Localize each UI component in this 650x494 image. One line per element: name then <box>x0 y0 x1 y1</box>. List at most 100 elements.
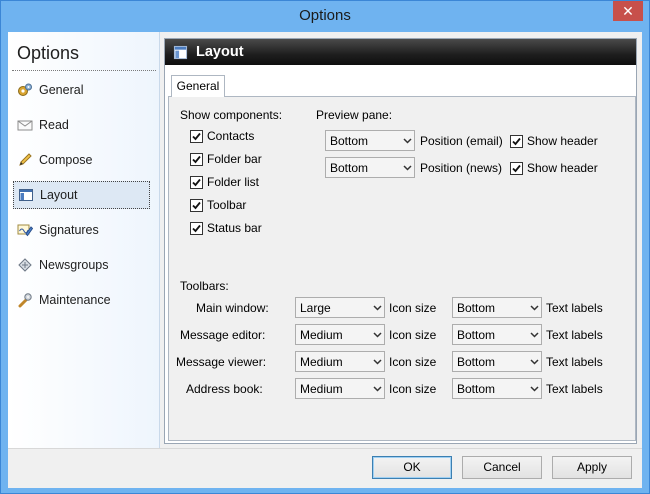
wrench-icon <box>17 292 33 308</box>
title-bar: Options ✕ <box>1 1 649 32</box>
message-editor-text-labels-select[interactable]: Bottom <box>452 324 542 345</box>
address-book-icon-size-select[interactable]: Medium <box>295 378 385 399</box>
gears-icon <box>17 82 33 98</box>
text-labels-label: Text labels <box>546 301 603 315</box>
preview-pane-label: Preview pane: <box>316 108 393 122</box>
chevron-down-icon <box>527 325 541 344</box>
panel-title: Layout <box>196 44 244 60</box>
icon-size-label: Icon size <box>389 382 437 396</box>
tab-general[interactable]: General <box>171 75 225 97</box>
layout-icon <box>18 187 34 203</box>
toolbar-row-name: Message editor: <box>180 328 266 342</box>
checkbox-label: Status bar <box>207 221 262 235</box>
select-value: Medium <box>300 354 343 369</box>
position-news-label: Position (news) <box>420 161 503 175</box>
status-bar-checkbox[interactable]: Status bar <box>190 221 262 235</box>
sidebar-divider <box>12 70 156 71</box>
message-viewer-text-labels-select[interactable]: Bottom <box>452 351 542 372</box>
select-value: Bottom <box>457 354 496 369</box>
checkbox-box[interactable] <box>190 198 203 212</box>
sidebar-item-signatures[interactable]: Signatures <box>13 216 150 244</box>
footer-divider <box>8 448 642 449</box>
select-value: Bottom <box>457 381 496 396</box>
chevron-down-icon <box>400 131 414 150</box>
sidebar-item-layout[interactable]: Layout <box>13 181 150 209</box>
toolbar-row-name: Address book: <box>186 382 263 396</box>
checkbox-label: Folder bar <box>207 152 262 166</box>
chevron-down-icon <box>370 298 384 317</box>
icon-size-label: Icon size <box>389 301 437 315</box>
icon-size-label: Icon size <box>389 328 437 342</box>
checkbox-box[interactable] <box>190 152 203 166</box>
select-value: Large <box>300 300 331 315</box>
toolbar-checkbox[interactable]: Toolbar <box>190 198 246 212</box>
show-header-email-checkbox[interactable]: Show header <box>510 134 598 148</box>
message-editor-icon-size-select[interactable]: Medium <box>295 324 385 345</box>
sidebar-item-maintenance[interactable]: Maintenance <box>13 286 150 314</box>
dialog-client: Options General Read Compose Layout Sign… <box>8 32 642 488</box>
sidebar-item-general[interactable]: General <box>13 76 150 104</box>
ok-button[interactable]: OK <box>372 456 452 479</box>
close-button[interactable]: ✕ <box>613 1 643 21</box>
sidebar-item-label: Layout <box>40 188 78 202</box>
chevron-down-icon <box>400 158 414 177</box>
close-icon: ✕ <box>622 3 634 19</box>
preview-news-select[interactable]: Bottom <box>325 157 415 178</box>
checkbox-label: Folder list <box>207 175 260 189</box>
toolbars-label: Toolbars: <box>180 279 229 293</box>
layout-panel: Layout General Show components: Contacts… <box>164 38 637 444</box>
icon-size-label: Icon size <box>389 355 437 369</box>
position-email-label: Position (email) <box>420 134 503 148</box>
pencil-icon <box>17 152 33 168</box>
checkbox-label: Contacts <box>207 129 255 143</box>
toolbar-row-name: Message viewer: <box>176 355 267 369</box>
newsgroups-icon <box>17 257 33 273</box>
select-value: Medium <box>300 381 343 396</box>
checkbox-box[interactable] <box>510 161 523 175</box>
layout-icon <box>173 45 188 60</box>
folder-list-checkbox[interactable]: Folder list <box>190 175 259 189</box>
checkbox-label: Show header <box>527 161 598 175</box>
sidebar: Options General Read Compose Layout Sign… <box>8 32 160 448</box>
main-window-text-labels-select[interactable]: Bottom <box>452 297 542 318</box>
select-value: Bottom <box>457 300 496 315</box>
chevron-down-icon <box>527 298 541 317</box>
message-viewer-icon-size-select[interactable]: Medium <box>295 351 385 372</box>
general-tab-panel: Show components: Contacts Folder bar Fol… <box>168 96 636 441</box>
chevron-down-icon <box>370 352 384 371</box>
checkbox-label: Show header <box>527 134 598 148</box>
window-title: Options <box>299 7 351 24</box>
panel-header: Layout <box>165 39 636 65</box>
chevron-down-icon <box>527 379 541 398</box>
sidebar-item-newsgroups[interactable]: Newsgroups <box>13 251 150 279</box>
sidebar-item-read[interactable]: Read <box>13 111 150 139</box>
sidebar-item-compose[interactable]: Compose <box>13 146 150 174</box>
chevron-down-icon <box>527 352 541 371</box>
checkbox-box[interactable] <box>510 134 523 148</box>
contacts-checkbox[interactable]: Contacts <box>190 129 254 143</box>
envelope-icon <box>17 117 33 133</box>
apply-button[interactable]: Apply <box>552 456 632 479</box>
sidebar-title: Options <box>17 43 80 63</box>
text-labels-label: Text labels <box>546 382 603 396</box>
cancel-button[interactable]: Cancel <box>462 456 542 479</box>
text-labels-label: Text labels <box>546 328 603 342</box>
checkbox-box[interactable] <box>190 129 203 143</box>
signature-icon <box>17 222 33 238</box>
select-value: Bottom <box>330 160 369 175</box>
sidebar-item-label: Compose <box>39 153 93 167</box>
select-value: Bottom <box>457 327 496 342</box>
folder-bar-checkbox[interactable]: Folder bar <box>190 152 262 166</box>
select-value: Medium <box>300 327 343 342</box>
chevron-down-icon <box>370 379 384 398</box>
address-book-text-labels-select[interactable]: Bottom <box>452 378 542 399</box>
checkbox-box[interactable] <box>190 221 203 235</box>
preview-email-select[interactable]: Bottom <box>325 130 415 151</box>
checkbox-box[interactable] <box>190 175 203 189</box>
show-header-news-checkbox[interactable]: Show header <box>510 161 598 175</box>
sidebar-item-label: General <box>39 83 84 97</box>
sidebar-item-label: Signatures <box>39 223 99 237</box>
sidebar-item-label: Newsgroups <box>39 258 109 272</box>
toolbar-row-name: Main window: <box>196 301 269 315</box>
main-window-icon-size-select[interactable]: Large <box>295 297 385 318</box>
